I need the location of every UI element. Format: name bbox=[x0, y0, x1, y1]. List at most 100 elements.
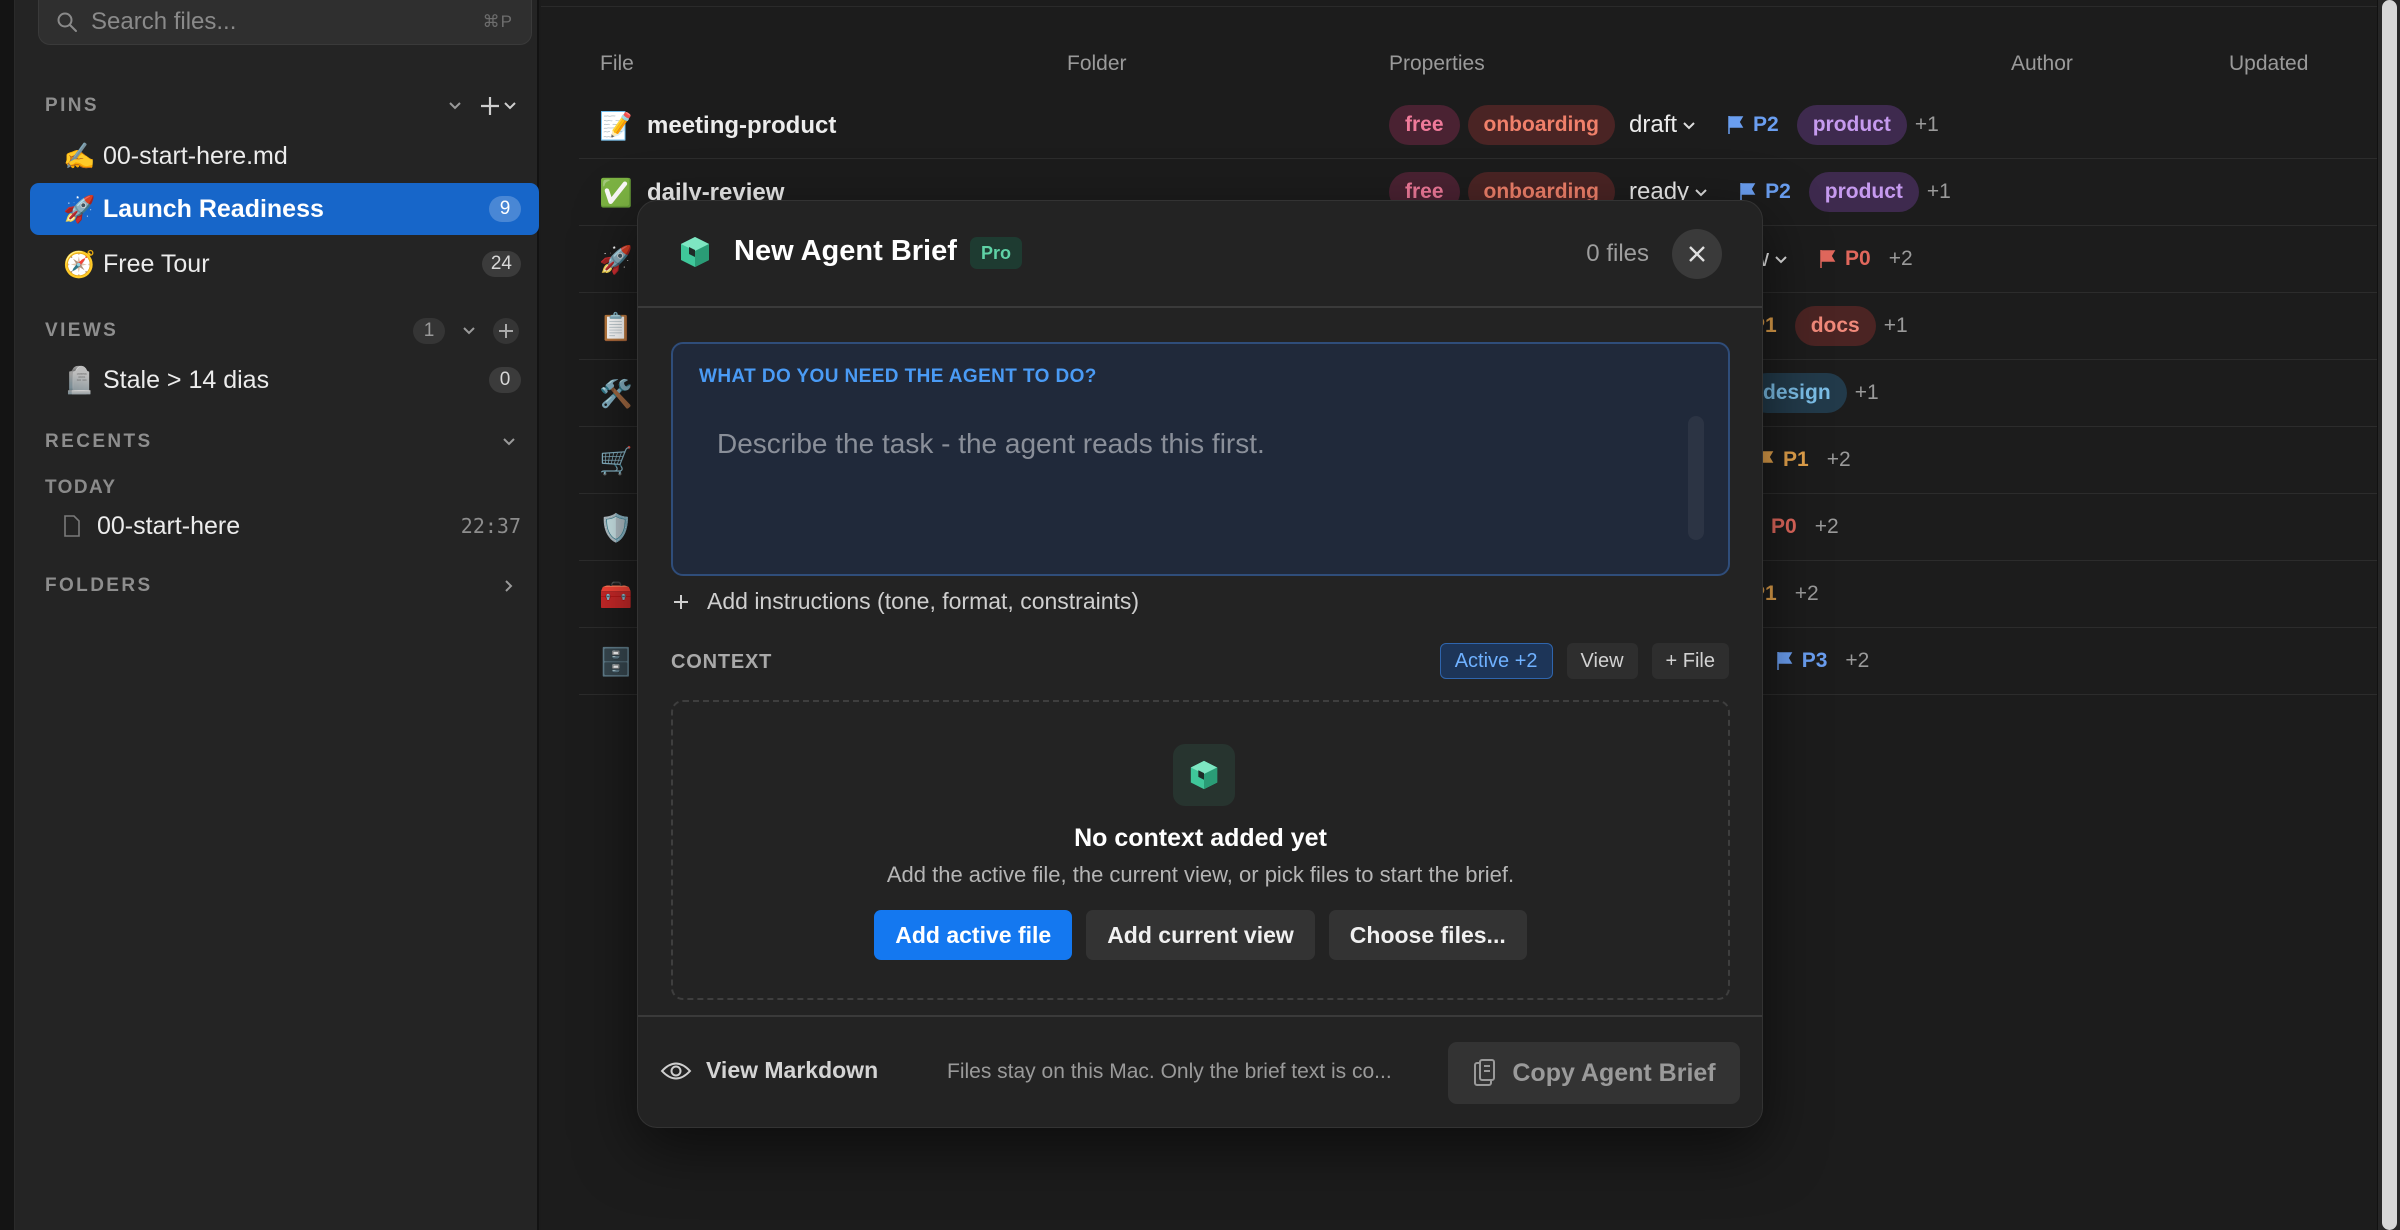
view-count: 0 bbox=[489, 367, 521, 393]
tag-product[interactable]: product bbox=[1808, 172, 1919, 212]
priority-badge[interactable]: P2 bbox=[1727, 113, 1779, 137]
priority-label: P3 bbox=[1801, 649, 1828, 672]
modal-header: New Agent Brief Pro 0 files bbox=[638, 201, 1762, 308]
tag-product[interactable]: product bbox=[1796, 105, 1907, 145]
folders-title: FOLDERS bbox=[45, 575, 153, 596]
col-header-updated[interactable]: Updated bbox=[2229, 52, 2308, 76]
view-markdown-button[interactable]: View Markdown bbox=[660, 1057, 878, 1084]
context-add-file-button[interactable]: + File bbox=[1651, 643, 1729, 679]
more-count[interactable]: +1 bbox=[1855, 381, 1879, 405]
search-icon bbox=[57, 12, 77, 32]
chevron-down-icon[interactable] bbox=[445, 96, 465, 116]
flag-icon bbox=[1728, 116, 1744, 134]
context-dropzone[interactable]: No context added yet Add the active file… bbox=[671, 700, 1730, 1000]
context-active-button[interactable]: Active +2 bbox=[1439, 643, 1553, 679]
col-header-properties[interactable]: Properties bbox=[1389, 52, 1485, 76]
clipboard-icon bbox=[1474, 1059, 1496, 1086]
chevron-down-icon bbox=[1695, 189, 1707, 197]
more-count[interactable]: +2 bbox=[1795, 582, 1819, 606]
col-header-author[interactable]: Author bbox=[2011, 52, 2073, 76]
context-view-button[interactable]: View bbox=[1566, 643, 1638, 679]
more-count[interactable]: +2 bbox=[1845, 649, 1869, 673]
search-shortcut: ⌘P bbox=[482, 12, 513, 31]
context-cube-badge bbox=[1173, 744, 1235, 806]
choose-files-button[interactable]: Choose files... bbox=[1328, 910, 1527, 960]
add-current-view-button[interactable]: Add current view bbox=[1086, 910, 1315, 960]
properties: free onboarding draft P2 product +1 bbox=[1389, 104, 1939, 146]
sidebar: Search files... ⌘P PINS ✍️ 00-start-here… bbox=[15, 0, 539, 1230]
pro-badge: Pro bbox=[970, 237, 1023, 269]
search-input[interactable]: Search files... ⌘P bbox=[38, 0, 532, 45]
recent-item[interactable]: 00-start-here 22:37 bbox=[45, 500, 539, 552]
tag-free[interactable]: free bbox=[1389, 105, 1460, 145]
task-scrollbar[interactable] bbox=[1688, 416, 1704, 540]
copy-agent-brief-label: Copy Agent Brief bbox=[1512, 1058, 1716, 1087]
col-header-folder[interactable]: Folder bbox=[1067, 52, 1127, 76]
pins-title: PINS bbox=[45, 95, 99, 116]
toolbox-icon: 🧰 bbox=[599, 580, 633, 610]
view-item-stale[interactable]: 🪦 Stale > 14 dias 0 bbox=[45, 354, 539, 406]
pin-item-launch-readiness[interactable]: 🚀 Launch Readiness 9 bbox=[30, 183, 539, 235]
pin-label: 00-start-here.md bbox=[103, 141, 288, 170]
chevron-down-icon[interactable] bbox=[499, 432, 519, 452]
folders-header[interactable]: FOLDERS bbox=[45, 571, 519, 601]
file-name: meeting-product bbox=[647, 112, 837, 139]
scrollbar-thumb[interactable] bbox=[2382, 0, 2397, 1230]
chevron-right-icon[interactable] bbox=[499, 576, 519, 596]
cart-icon: 🛒 bbox=[599, 446, 633, 476]
properties: design +1 bbox=[1747, 372, 1879, 414]
chevron-down-icon[interactable] bbox=[459, 321, 479, 341]
priority-badge[interactable]: P0 bbox=[1819, 247, 1871, 271]
status-dropdown[interactable]: draft bbox=[1629, 111, 1697, 139]
rocket-icon: 🚀 bbox=[599, 245, 633, 275]
chevron-down-icon bbox=[1683, 122, 1695, 130]
more-count[interactable]: +1 bbox=[1884, 314, 1908, 338]
flag-icon bbox=[1776, 652, 1793, 670]
more-count[interactable]: +1 bbox=[1915, 113, 1939, 137]
more-count[interactable]: +2 bbox=[1827, 448, 1851, 472]
table-row[interactable]: 📝 meeting-product free onboarding draft … bbox=[579, 92, 2377, 159]
headstone-icon: 🪦 bbox=[63, 364, 96, 395]
eye-icon bbox=[660, 1062, 692, 1079]
memo-icon: 📝 bbox=[599, 111, 633, 141]
pin-count: 9 bbox=[489, 196, 521, 222]
priority-badge[interactable]: P3 bbox=[1776, 649, 1828, 673]
recents-title: RECENTS bbox=[45, 431, 153, 452]
tag-docs[interactable]: docs bbox=[1794, 306, 1876, 346]
task-input[interactable]: WHAT DO YOU NEED THE AGENT TO DO? Descri… bbox=[671, 342, 1730, 576]
more-count[interactable]: +2 bbox=[1889, 247, 1913, 271]
add-view-icon[interactable] bbox=[493, 318, 519, 344]
add-instructions-button[interactable]: Add instructions (tone, format, constrai… bbox=[671, 588, 1139, 615]
recent-label: 00-start-here bbox=[97, 511, 241, 540]
window-edge bbox=[0, 0, 15, 1230]
add-pin-icon[interactable] bbox=[479, 95, 519, 117]
close-button[interactable] bbox=[1672, 229, 1722, 279]
status-label: draft bbox=[1629, 111, 1678, 138]
priority-label: P0 bbox=[1771, 515, 1797, 538]
priority-badge[interactable]: P1 bbox=[1757, 448, 1809, 472]
pin-label: Launch Readiness bbox=[103, 194, 324, 223]
priority-label: P2 bbox=[1753, 113, 1779, 136]
clipboard-icon: 📋 bbox=[599, 312, 633, 342]
recents-group-today: TODAY bbox=[45, 477, 117, 498]
plus-icon bbox=[674, 594, 688, 609]
context-label: CONTEXT bbox=[671, 651, 773, 673]
pin-item-free-tour[interactable]: 🧭 Free Tour 24 bbox=[45, 238, 539, 290]
copy-agent-brief-button[interactable]: Copy Agent Brief bbox=[1448, 1042, 1740, 1104]
recents-header: RECENTS bbox=[45, 427, 519, 457]
context-empty-title: No context added yet bbox=[1074, 824, 1327, 852]
views-header: VIEWS 1 bbox=[45, 316, 519, 346]
more-count[interactable]: +1 bbox=[1927, 180, 1951, 204]
priority-label: P2 bbox=[1765, 180, 1791, 203]
rocket-icon: 🚀 bbox=[63, 193, 96, 224]
modal-title: New Agent Brief bbox=[734, 235, 957, 267]
modal-footer: View Markdown Files stay on this Mac. On… bbox=[638, 1015, 1762, 1127]
tag-onboarding[interactable]: onboarding bbox=[1467, 105, 1616, 145]
add-active-file-button[interactable]: Add active file bbox=[874, 910, 1073, 960]
add-instructions-label: Add instructions (tone, format, constrai… bbox=[707, 588, 1140, 614]
col-header-file[interactable]: File bbox=[600, 52, 634, 76]
more-count[interactable]: +2 bbox=[1815, 515, 1839, 539]
window-scrollbar[interactable] bbox=[2377, 0, 2400, 1230]
pin-item-start-here[interactable]: ✍️ 00-start-here.md bbox=[45, 130, 539, 182]
views-title: VIEWS bbox=[45, 320, 119, 341]
